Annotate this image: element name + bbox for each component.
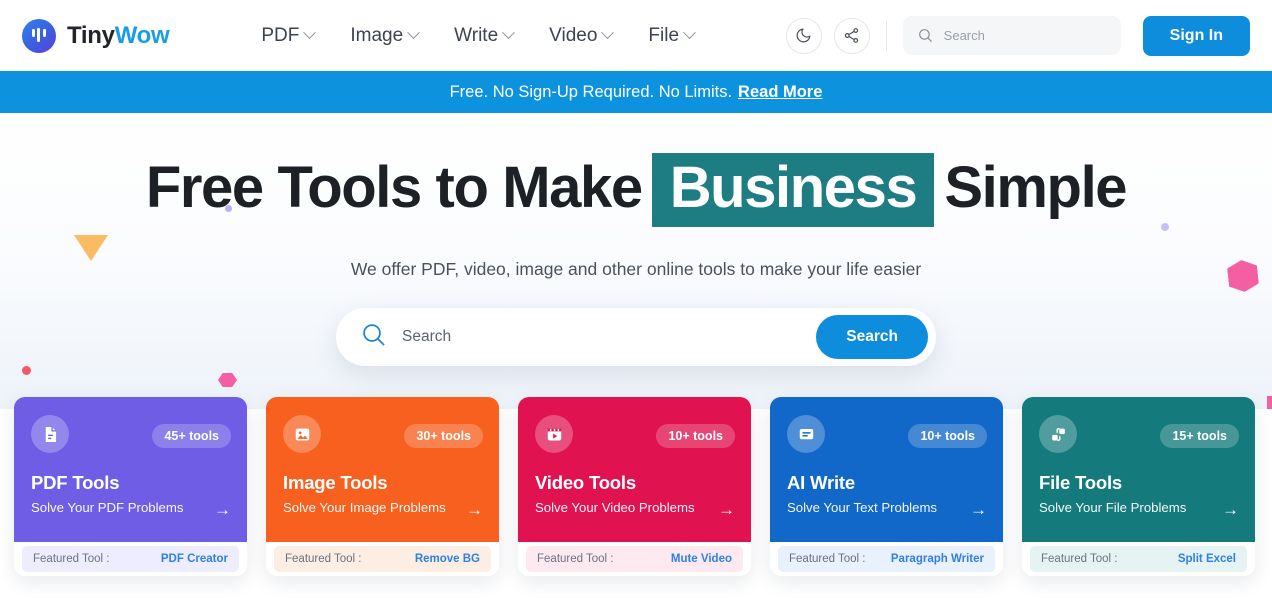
arrow-right-icon[interactable]: →: [1222, 500, 1239, 520]
main-nav: PDF Image Write Video File: [261, 24, 696, 47]
card-title: Image Tools: [283, 472, 388, 493]
text-lines-icon: [787, 415, 825, 453]
tools-count-badge: 45+ tools: [152, 424, 231, 448]
tools-count-badge: 10+ tools: [656, 424, 735, 448]
nav-item-file[interactable]: File: [648, 24, 696, 47]
hero-search-bar[interactable]: Search Search: [336, 308, 936, 366]
tools-count-badge: 30+ tools: [404, 424, 483, 448]
decor-red-dot: [22, 366, 31, 375]
nav-label-image: Image: [350, 24, 404, 46]
hero-section: Free Tools to Make Business Simple We offe…: [0, 113, 1272, 409]
nav-item-pdf[interactable]: PDF: [261, 24, 317, 47]
chevron-down-icon: [502, 26, 516, 40]
card-image-tools[interactable]: 30+ tools Image Tools Solve Your Image P…: [266, 397, 499, 576]
card-subtitle: Solve Your Video Problems: [535, 500, 695, 515]
tinywow-logo-icon: [22, 18, 56, 53]
tool-categories: 45+ tools PDF Tools Solve Your PDF Probl…: [0, 397, 1272, 576]
chevron-down-icon: [683, 26, 696, 40]
card-title: AI Write: [787, 472, 855, 493]
brand-logo[interactable]: TinyWow: [22, 18, 170, 53]
header-divider: [885, 20, 887, 51]
arrow-right-icon[interactable]: →: [718, 500, 735, 520]
page-title: Free Tools to Make Business Simple: [0, 153, 1272, 227]
card-pdf-tools[interactable]: 45+ tools PDF Tools Solve Your PDF Probl…: [14, 397, 247, 576]
chevron-down-icon: [601, 26, 615, 40]
search-icon: [918, 29, 932, 42]
card-ai-write[interactable]: 10+ tools AI Write Solve Your Text Probl…: [770, 397, 1003, 576]
moon-icon: [796, 28, 811, 43]
card-title: PDF Tools: [31, 472, 120, 493]
promo-banner: Free. No Sign-Up Required. No Limits. Re…: [0, 71, 1272, 113]
nav-item-image[interactable]: Image: [350, 24, 421, 47]
featured-tool-link[interactable]: Paragraph Writer: [891, 553, 984, 565]
header-search-placeholder: Search: [943, 28, 985, 43]
featured-tool-label: Featured Tool :: [789, 553, 866, 565]
nav-item-video[interactable]: Video: [549, 24, 615, 47]
share-icon: [844, 28, 859, 43]
featured-tool-label: Featured Tool :: [1041, 553, 1118, 565]
arrow-right-icon[interactable]: →: [214, 500, 231, 520]
search-icon: [360, 321, 388, 354]
nav-item-write[interactable]: Write: [454, 24, 516, 47]
chevron-down-icon: [407, 26, 421, 40]
convert-icon: [1039, 415, 1077, 453]
featured-tool-label: Featured Tool :: [285, 553, 362, 565]
promo-banner-read-more-link[interactable]: Read More: [738, 83, 822, 102]
nav-label-file: File: [648, 24, 680, 46]
headline-highlight: Business: [651, 153, 935, 227]
card-subtitle: Solve Your Text Problems: [787, 500, 938, 515]
card-file-tools[interactable]: 15+ tools File Tools Solve Your File Pro…: [1022, 397, 1255, 576]
site-header: TinyWow PDF Image Write Video File Searc…: [0, 0, 1272, 71]
headline-part-1: Free Tools to Make: [145, 155, 643, 220]
hero-search-input[interactable]: Search: [402, 328, 816, 346]
nav-label-video: Video: [549, 24, 598, 46]
share-button[interactable]: [833, 17, 870, 54]
tools-count-badge: 15+ tools: [1160, 424, 1239, 448]
card-subtitle: Solve Your PDF Problems: [31, 500, 184, 515]
nav-label-write: Write: [454, 24, 499, 46]
featured-tool-link[interactable]: Mute Video: [671, 553, 732, 565]
card-subtitle: Solve Your Image Problems: [283, 500, 446, 515]
featured-tool-link[interactable]: Remove BG: [415, 553, 480, 565]
featured-tool-link[interactable]: Split Excel: [1178, 553, 1236, 565]
featured-tool-label: Featured Tool :: [33, 553, 110, 565]
chevron-down-icon: [303, 26, 317, 40]
dark-mode-toggle[interactable]: [785, 17, 822, 54]
card-video-tools[interactable]: 10+ tools Video Tools Solve Your Video P…: [518, 397, 751, 576]
featured-tool-link[interactable]: PDF Creator: [161, 553, 228, 565]
page-root: TinyWow PDF Image Write Video File Searc…: [0, 0, 1272, 599]
video-icon: [535, 415, 573, 453]
arrow-right-icon[interactable]: →: [970, 500, 987, 520]
tools-count-badge: 10+ tools: [908, 424, 987, 448]
header-actions: Search Sign In: [785, 15, 1250, 56]
card-title: Video Tools: [535, 472, 636, 493]
hero-search-button[interactable]: Search: [816, 315, 928, 359]
nav-label-pdf: PDF: [261, 24, 300, 46]
image-icon: [283, 415, 321, 453]
document-icon: [31, 415, 69, 453]
brand-name-second: Wow: [114, 21, 170, 49]
brand-name-first: Tiny: [67, 21, 115, 49]
header-search-input[interactable]: Search: [902, 16, 1121, 55]
arrow-right-icon[interactable]: →: [466, 500, 483, 520]
headline-part-2: Simple: [944, 155, 1127, 220]
hero-subtitle: We offer PDF, video, image and other onl…: [350, 259, 922, 279]
card-title: File Tools: [1039, 472, 1122, 493]
decor-pink-hexagon: [218, 373, 237, 387]
featured-tool-label: Featured Tool :: [537, 553, 614, 565]
card-subtitle: Solve Your File Problems: [1039, 500, 1187, 515]
brand-name: TinyWow: [67, 21, 170, 50]
promo-banner-text: Free. No Sign-Up Required. No Limits.: [449, 82, 733, 101]
sign-in-button[interactable]: Sign In: [1142, 15, 1250, 56]
